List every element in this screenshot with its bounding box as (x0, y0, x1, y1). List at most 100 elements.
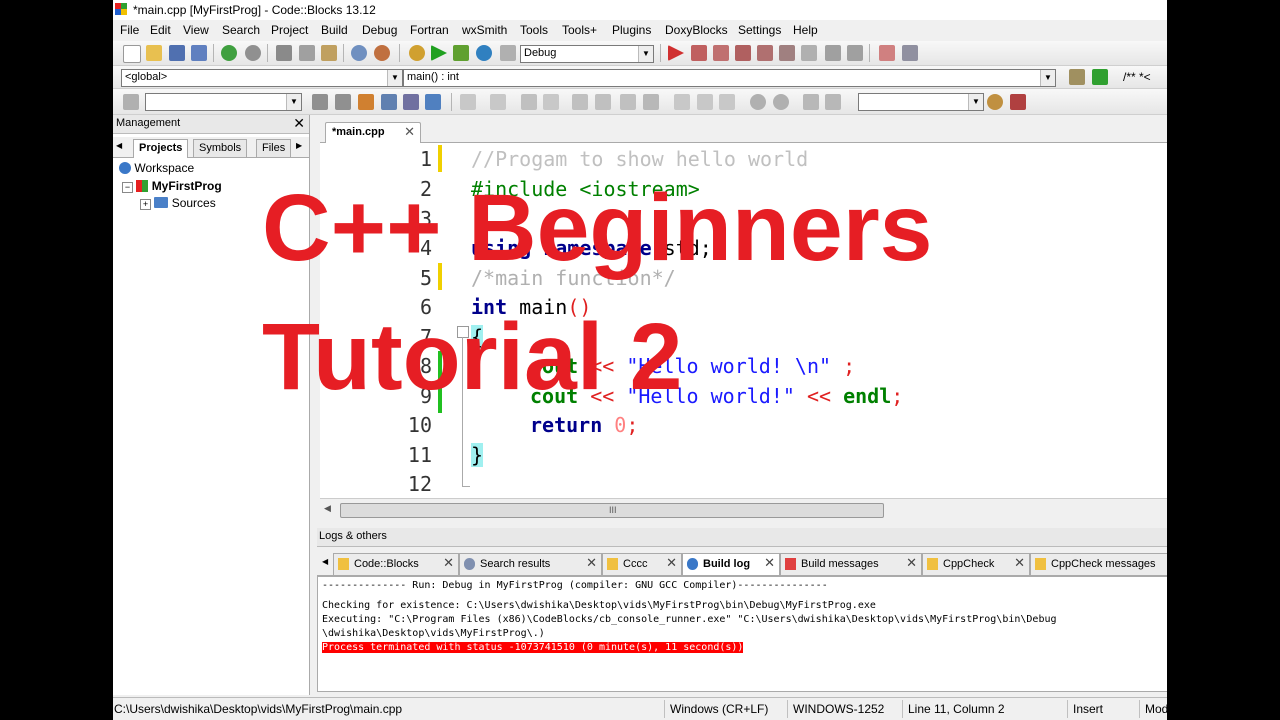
shape-3-icon[interactable] (620, 94, 636, 110)
menu-help[interactable]: Help (793, 23, 818, 37)
menu-plugins[interactable]: Plugins (612, 23, 651, 37)
build-target-select[interactable]: Debug ▼ (520, 45, 654, 63)
tree-workspace[interactable]: Workspace (119, 161, 194, 175)
menu-fortran[interactable]: Fortran (410, 23, 449, 37)
save-all-icon[interactable] (191, 45, 207, 61)
zoom-out-icon[interactable] (773, 94, 789, 110)
run-to-cursor-icon[interactable] (691, 45, 707, 61)
menu-debug[interactable]: Debug (362, 23, 397, 37)
tab-search-results[interactable]: Search results ✕ (459, 553, 602, 575)
menu-search[interactable]: Search (222, 23, 260, 37)
tab-files[interactable]: Files (256, 139, 292, 157)
menu-settings[interactable]: Settings (738, 23, 781, 37)
step-out-icon[interactable] (757, 45, 773, 61)
close-icon[interactable]: ✕ (906, 555, 917, 571)
thread-search-input[interactable]: ▼ (858, 93, 984, 111)
stop-icon[interactable] (847, 45, 863, 61)
copy-icon[interactable] (299, 45, 315, 61)
zoom-in-icon[interactable] (750, 94, 766, 110)
match-case-icon[interactable] (403, 94, 419, 110)
tab-cppcheck-messages[interactable]: CppCheck messages (1030, 553, 1167, 575)
close-icon[interactable]: ✕ (1014, 555, 1025, 571)
various-info-icon[interactable] (902, 45, 918, 61)
shape-2-icon[interactable] (595, 94, 611, 110)
doxy-wizard-icon[interactable] (1069, 69, 1085, 85)
tab-cppcheck[interactable]: CppCheck ✕ (922, 553, 1030, 575)
close-icon[interactable]: ✕ (764, 555, 775, 571)
tab-scroll-left-icon[interactable]: ◀ (322, 557, 328, 566)
note-icon[interactable] (543, 94, 559, 110)
regex-icon[interactable] (425, 94, 441, 110)
tab-build-messages[interactable]: Build messages ✕ (780, 553, 922, 575)
shape-4-icon[interactable] (643, 94, 659, 110)
doxy-run-icon[interactable] (1092, 69, 1108, 85)
close-icon[interactable]: ✕ (443, 555, 454, 571)
c-icon[interactable] (825, 94, 841, 110)
highlight-icon[interactable] (358, 94, 374, 110)
scrollbar-thumb[interactable]: III (340, 503, 884, 518)
selected-text-icon[interactable] (381, 94, 397, 110)
step-into-instruction-icon[interactable] (801, 45, 817, 61)
tab-main-cpp[interactable]: *main.cpp ✕ (325, 122, 421, 143)
incremental-search-input[interactable]: ▼ (145, 93, 302, 111)
collapse-icon[interactable]: − (122, 182, 133, 193)
open-file-icon[interactable] (146, 45, 162, 61)
tab-codeblocks-log[interactable]: Code::Blocks ✕ (333, 553, 459, 575)
shape-5-icon[interactable] (674, 94, 690, 110)
abort-icon[interactable] (500, 45, 516, 61)
menu-tools[interactable]: Tools (520, 23, 548, 37)
shape-1-icon[interactable] (572, 94, 588, 110)
tab-cccc[interactable]: Cccc ✕ (602, 553, 682, 575)
tab-build-log[interactable]: Build log ✕ (682, 553, 780, 575)
expand-icon[interactable]: + (140, 199, 151, 210)
close-icon[interactable]: ✕ (293, 115, 305, 132)
shape-7-icon[interactable] (719, 94, 735, 110)
rebuild-icon[interactable] (476, 45, 492, 61)
tree-sources[interactable]: + Sources (140, 196, 216, 210)
close-icon[interactable]: ✕ (404, 124, 415, 140)
find-icon[interactable] (351, 45, 367, 61)
scope-select[interactable]: <global> ▼ (121, 69, 403, 87)
s-icon[interactable] (803, 94, 819, 110)
menu-edit[interactable]: Edit (150, 23, 171, 37)
menu-wxsmith[interactable]: wxSmith (462, 23, 507, 37)
close-icon[interactable]: ✕ (586, 555, 597, 571)
tab-projects[interactable]: Projects (133, 139, 189, 158)
debug-windows-icon[interactable] (879, 45, 895, 61)
cut-icon[interactable] (276, 45, 292, 61)
image-icon[interactable] (521, 94, 537, 110)
close-icon[interactable]: ✕ (666, 555, 677, 571)
shape-6-icon[interactable] (697, 94, 713, 110)
menu-build[interactable]: Build (321, 23, 348, 37)
undo-icon[interactable] (221, 45, 237, 61)
pause-icon[interactable] (825, 45, 841, 61)
menu-doxyblocks[interactable]: DoxyBlocks (665, 23, 728, 37)
step-into-icon[interactable] (735, 45, 751, 61)
rectangle-icon[interactable] (490, 94, 506, 110)
scroll-left-icon[interactable]: ◀ (324, 503, 331, 514)
menu-tools-plus[interactable]: Tools+ (562, 23, 597, 37)
pointer-icon[interactable] (460, 94, 476, 110)
build-gear-icon[interactable] (409, 45, 425, 61)
menu-file[interactable]: File (120, 23, 139, 37)
tab-scroll-right-icon[interactable]: ▶ (296, 141, 302, 150)
debug-start-icon[interactable] (668, 45, 684, 61)
thread-search-icon[interactable] (987, 94, 1003, 110)
clear-icon[interactable] (123, 94, 139, 110)
next-instruction-icon[interactable] (779, 45, 795, 61)
doxy-comment-label[interactable]: /** *< (1123, 70, 1151, 84)
replace-icon[interactable] (374, 45, 390, 61)
function-select[interactable]: main() : int ▼ (403, 69, 1056, 87)
paste-icon[interactable] (321, 45, 337, 61)
redo-icon[interactable] (245, 45, 261, 61)
back-arrow-icon[interactable] (312, 94, 328, 110)
save-icon[interactable] (169, 45, 185, 61)
build-and-run-icon[interactable] (453, 45, 469, 61)
run-icon[interactable] (431, 45, 447, 61)
forward-arrow-icon[interactable] (335, 94, 351, 110)
menu-view[interactable]: View (183, 23, 209, 37)
options-wrench-icon[interactable] (1010, 94, 1026, 110)
horizontal-scrollbar[interactable]: ◀ III (320, 498, 1167, 520)
new-file-icon[interactable] (123, 45, 141, 63)
menu-project[interactable]: Project (271, 23, 308, 37)
